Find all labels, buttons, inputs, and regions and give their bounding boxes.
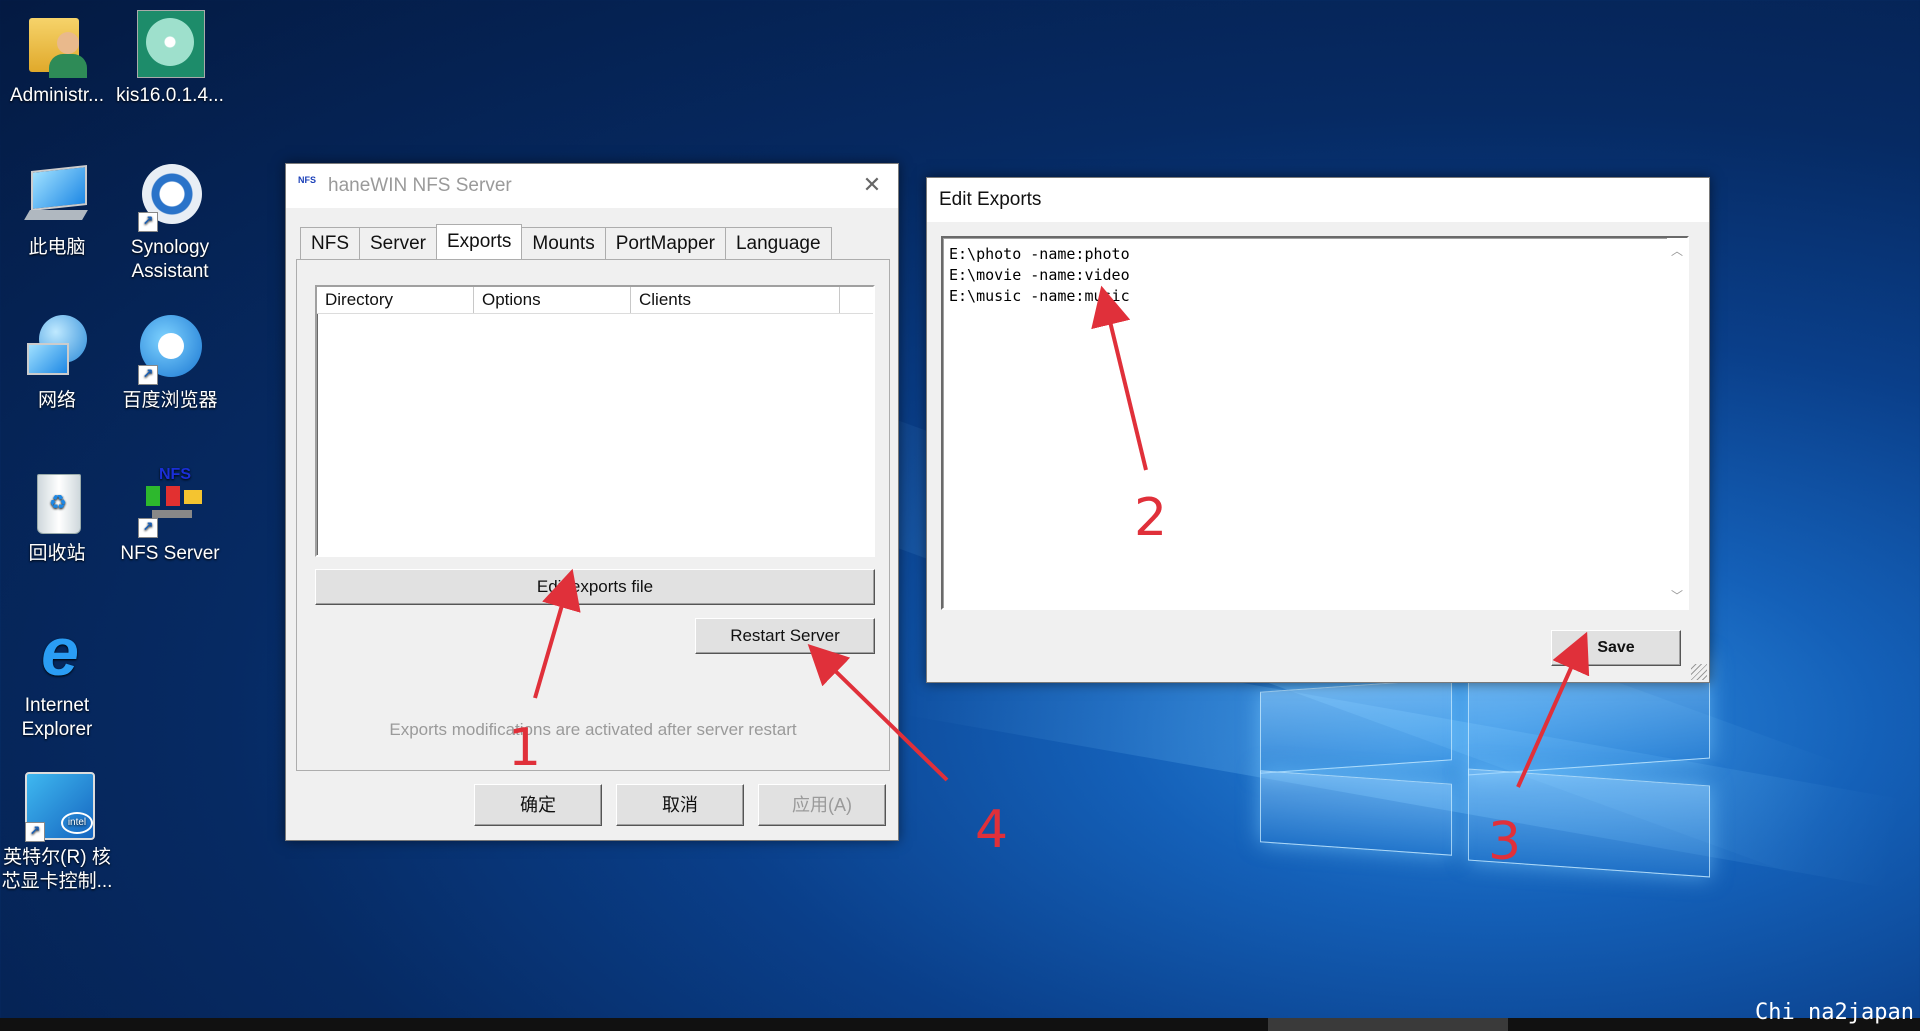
annotation-number-2: 2 <box>1134 488 1168 548</box>
arrow-4 <box>807 644 949 782</box>
arrow-2 <box>1091 285 1148 471</box>
taskbar[interactable] <box>0 1018 1920 1031</box>
arrow-3 <box>1516 631 1590 788</box>
arrow-1 <box>533 568 581 699</box>
annotation-number-1: 1 <box>508 718 542 778</box>
taskbar-active-item[interactable] <box>1268 1018 1508 1031</box>
annotation-number-4: 4 <box>975 800 1009 860</box>
annotation-number-3: 3 <box>1488 812 1522 872</box>
annotation-arrows <box>533 285 1590 788</box>
watermark-text: Chi na2japan <box>1755 1000 1914 1025</box>
